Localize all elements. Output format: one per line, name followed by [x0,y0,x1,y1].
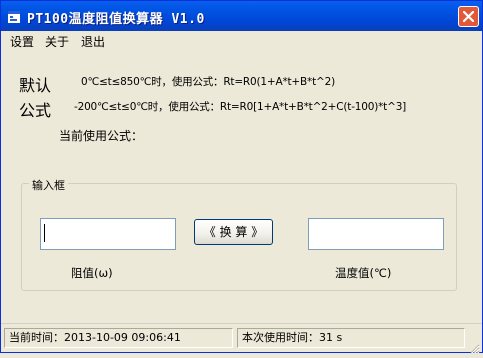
menu-item-about[interactable]: 关于 [45,33,69,50]
default-label: 默认 [19,76,52,95]
menu-item-exit[interactable]: 退出 [81,33,105,50]
temperature-caption: 温度值(℃) [335,266,392,280]
status-bar: 当前时间：2013-10-09 09:06:41 本次使用时间：31 s [1,323,482,353]
formula-positive-range: 0℃≤t≤850℃时，使用公式：Rt=R0(1+A*t+B*t^2) [81,76,335,88]
resistance-input[interactable] [40,218,176,250]
size-grip-icon[interactable] [468,339,480,354]
title-bar[interactable]: PT100温度阻值换算器 V1.0 [1,1,482,31]
app-window: PT100温度阻值换算器 V1.0 设置 关于 退出 默认 公式 0℃≤t≤85… [0,0,483,354]
menu-bar: 设置 关于 退出 [1,31,482,50]
input-group-title: 输入框 [29,177,68,193]
formula-negative-range: -200℃≤t≤0℃时，使用公式：Rt=R0[1+A*t+B*t^2+C(t-1… [74,101,407,113]
status-current-time: 当前时间：2013-10-09 09:06:41 [4,328,233,348]
formula-label: 公式 [19,101,52,120]
convert-button[interactable]: 《 换 算 》 [194,219,273,245]
status-divider [1,323,482,324]
text-caret [44,224,45,242]
menu-item-settings[interactable]: 设置 [10,33,34,50]
current-formula-label: 当前使用公式： [59,129,144,143]
close-button[interactable] [458,6,479,27]
resistance-caption: 阻值(ω) [71,266,113,280]
window-title: PT100温度阻值换算器 V1.0 [27,12,205,27]
temperature-input[interactable] [308,218,444,250]
status-usage-time: 本次使用时间：31 s [237,328,465,348]
app-icon [7,9,21,23]
